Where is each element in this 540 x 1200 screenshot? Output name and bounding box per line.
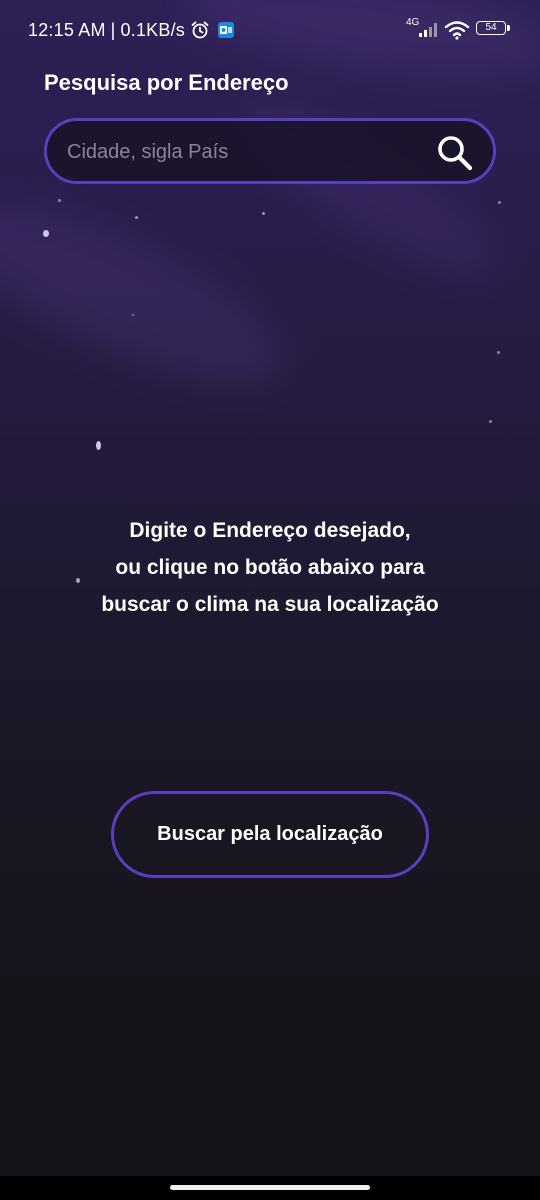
background-star (96, 441, 101, 450)
status-indicators: 4G 54 (400, 16, 540, 44)
instructions-text: Digite o Endereço desejado, ou clique no… (40, 512, 500, 623)
search-bar (44, 118, 496, 184)
search-button[interactable] (435, 133, 475, 173)
background-nebula (0, 171, 307, 419)
instructions-line: ou clique no botão abaixo para (115, 556, 425, 579)
battery-icon: 54 (476, 21, 510, 35)
app-screen: 12:15 AM | 0.1KB/s 4G 54 Pesquisa por En… (0, 0, 540, 1200)
home-indicator[interactable] (170, 1185, 370, 1190)
search-icon (438, 136, 473, 171)
search-input[interactable] (65, 121, 429, 183)
status-time-group: 12:15 AM | 0.1KB/s (28, 20, 185, 41)
status-time: 12:15 AM (28, 20, 106, 40)
network-speed: 0.1KB/s (120, 20, 185, 40)
battery-level: 54 (485, 22, 497, 33)
signal-icon (419, 23, 437, 37)
navigation-bar (0, 1176, 540, 1200)
page-title: Pesquisa por Endereço (44, 70, 289, 95)
background-star (498, 201, 501, 204)
background-nebula (221, 76, 519, 304)
background-star (489, 420, 492, 423)
status-separator: | (110, 20, 116, 40)
instructions-line: buscar o clima na sua localização (101, 593, 439, 616)
background-star (43, 230, 49, 237)
instructions-line: Digite o Endereço desejado, (129, 519, 411, 542)
alarm-icon (191, 21, 209, 39)
status-bar: 12:15 AM | 0.1KB/s 4G 54 (0, 0, 540, 60)
wifi-icon (444, 21, 470, 40)
background-star (132, 314, 134, 316)
background-star (497, 351, 500, 354)
location-search-button[interactable]: Buscar pela localização (111, 791, 429, 878)
background-star (262, 212, 265, 215)
outlook-icon (218, 22, 234, 38)
background-star (135, 216, 138, 219)
background-star (58, 199, 61, 202)
